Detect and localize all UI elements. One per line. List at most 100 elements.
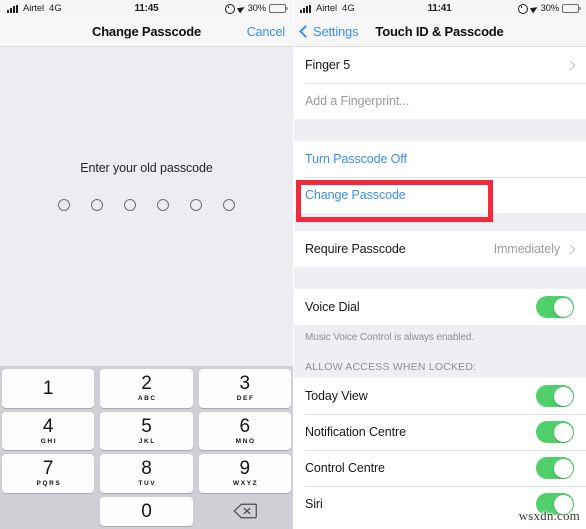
passcode-dot	[58, 199, 70, 211]
right-phone-screen: Airtel 4G 11:41 30% Settings Touch ID & …	[293, 0, 586, 529]
location-arrow-icon	[529, 4, 539, 13]
battery-icon	[269, 4, 288, 13]
keypad-blank-cell	[2, 497, 94, 527]
key-number: 7	[42, 458, 54, 480]
key-number: 1	[42, 377, 54, 399]
key-1[interactable]: 1	[2, 369, 95, 408]
passcode-dot	[157, 199, 169, 211]
left-nav-bar: Change Passcode Cancel	[0, 17, 293, 47]
status-right-group: 30%	[224, 3, 288, 14]
passcode-prompt: Enter your old passcode	[80, 161, 213, 175]
toggle-knob	[553, 422, 573, 442]
key-2[interactable]: 2 ABC	[100, 369, 193, 408]
row-label: Control Centre	[305, 461, 385, 475]
right-status-bar: Airtel 4G 11:41 30%	[293, 0, 586, 17]
passcode-dots	[58, 199, 235, 211]
row-label: Today View	[305, 389, 368, 403]
row-label: Voice Dial	[305, 300, 360, 314]
row-voice-dial[interactable]: Voice Dial	[293, 289, 586, 325]
key-letters: MNO	[235, 437, 256, 445]
passcode-entry-area: Enter your old passcode	[0, 47, 293, 367]
key-3[interactable]: 3 DEF	[198, 369, 291, 408]
section-gap	[293, 213, 586, 231]
passcode-dot	[190, 199, 202, 211]
key-letters: JKL	[138, 437, 156, 445]
location-arrow-icon	[236, 4, 246, 13]
delete-backspace-icon[interactable]	[199, 497, 291, 527]
row-require-passcode[interactable]: Require Passcode Immediately	[293, 231, 586, 267]
watermark: wsxdn.com	[518, 508, 580, 523]
chevron-right-icon	[565, 60, 576, 70]
row-control-centre[interactable]: Control Centre	[293, 450, 586, 486]
key-number: 5	[141, 415, 152, 437]
row-label: Require Passcode	[305, 242, 406, 256]
toggle-knob	[553, 386, 573, 406]
row-notification-centre[interactable]: Notification Centre	[293, 414, 586, 450]
allow-access-group: Today View Notification Centre Control C…	[293, 378, 586, 522]
key-letters: DEF	[236, 395, 255, 403]
allow-access-header: ALLOW ACCESS WHEN LOCKED:	[293, 352, 586, 378]
key-number: 3	[239, 373, 251, 395]
today-view-toggle[interactable]	[536, 385, 574, 407]
key-6[interactable]: 6 MNO	[198, 411, 291, 450]
key-4[interactable]: 4 GHI	[2, 411, 95, 450]
alarm-clock-icon	[517, 3, 528, 14]
voice-dial-toggle[interactable]	[536, 296, 574, 318]
passcode-group: Turn Passcode Off Change Passcode	[293, 141, 586, 213]
battery-percent-label: 30%	[247, 3, 267, 14]
delete-backspace-glyph	[233, 503, 257, 519]
key-letters: WXYZ	[233, 480, 259, 488]
left-phone-screen: Airtel 4G 11:45 30% Change Passcode Canc…	[0, 0, 293, 529]
key-number: 4	[42, 415, 54, 437]
row-label: Add a Fingerprint...	[305, 94, 410, 108]
cancel-button[interactable]: Cancel	[247, 25, 285, 39]
key-number: 0	[141, 500, 152, 522]
row-label: Siri	[305, 497, 323, 511]
right-nav-bar: Settings Touch ID & Passcode	[293, 17, 586, 47]
key-7[interactable]: 7 PQRS	[2, 454, 95, 493]
control-centre-toggle[interactable]	[536, 457, 574, 479]
alarm-clock-icon	[224, 3, 235, 14]
key-number: 8	[141, 458, 152, 480]
chevron-right-icon	[565, 244, 576, 254]
row-value: Immediately	[493, 242, 560, 256]
row-turn-passcode-off[interactable]: Turn Passcode Off	[293, 141, 586, 177]
key-letters: ABC	[137, 395, 157, 403]
require-passcode-group: Require Passcode Immediately	[293, 231, 586, 267]
toggle-knob	[553, 297, 573, 317]
key-number: 6	[239, 415, 251, 437]
row-add-fingerprint[interactable]: Add a Fingerprint...	[293, 83, 586, 119]
left-status-bar: Airtel 4G 11:45 30%	[0, 0, 293, 17]
passcode-dot	[91, 199, 103, 211]
row-change-passcode[interactable]: Change Passcode	[293, 177, 586, 213]
key-number: 9	[239, 458, 251, 480]
settings-list: Finger 5 Add a Fingerprint... Turn Passc…	[293, 47, 586, 522]
row-label: Change Passcode	[305, 188, 406, 202]
key-number: 2	[141, 373, 152, 395]
back-label: Settings	[313, 24, 359, 39]
back-to-settings-button[interactable]: Settings	[299, 24, 359, 39]
row-label: Finger 5	[305, 58, 351, 72]
numeric-keypad: 1 2 ABC 3 DEF 4 GHI 5 JKL 6 MNO 7 PQRS 8…	[0, 366, 293, 529]
section-gap	[293, 267, 586, 289]
battery-percent-label: 30%	[540, 3, 560, 14]
screen-divider	[293, 0, 294, 529]
toggle-knob	[553, 458, 573, 478]
chevron-left-icon	[299, 25, 312, 38]
row-label: Notification Centre	[305, 425, 406, 439]
key-letters: GHI	[40, 437, 58, 445]
section-gap	[293, 119, 586, 141]
row-finger-5[interactable]: Finger 5	[293, 47, 586, 83]
key-letters: PQRS	[36, 480, 62, 488]
passcode-dot	[124, 199, 136, 211]
key-5[interactable]: 5 JKL	[100, 411, 193, 450]
passcode-dot	[223, 199, 235, 211]
notification-centre-toggle[interactable]	[536, 421, 574, 443]
status-right-group: 30%	[517, 3, 581, 14]
key-0[interactable]: 0	[100, 496, 193, 526]
row-today-view[interactable]: Today View	[293, 378, 586, 414]
voice-dial-footnote: Music Voice Control is always enabled.	[293, 325, 586, 352]
key-8[interactable]: 8 TUV	[100, 454, 193, 493]
battery-icon	[562, 4, 581, 13]
key-9[interactable]: 9 WXYZ	[198, 454, 291, 493]
